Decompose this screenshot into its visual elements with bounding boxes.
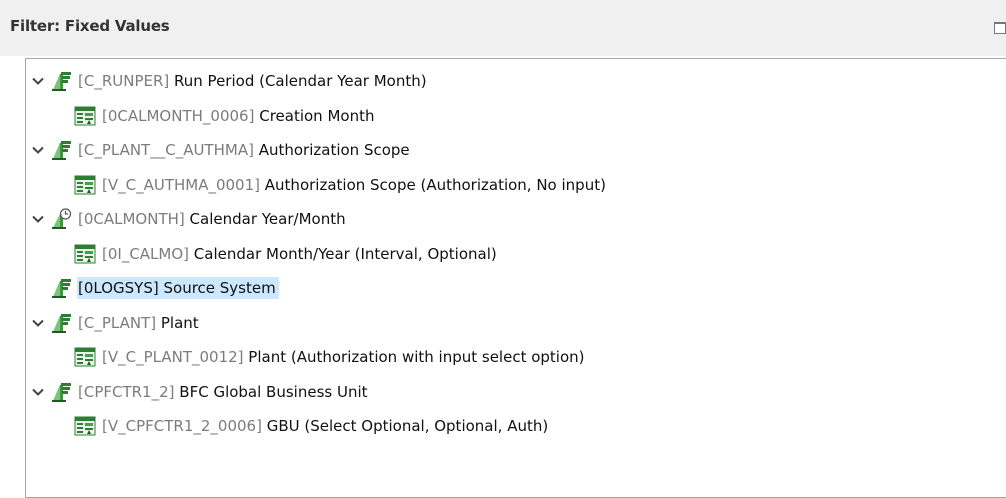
technical-name: [C_RUNPER]	[78, 72, 170, 90]
tree-item[interactable]: [CPFCTR1_2] BFC Global Business Unit	[30, 378, 368, 406]
chevron-down-icon[interactable]	[30, 315, 46, 331]
chevron-down-icon[interactable]	[30, 73, 46, 89]
description: GBU (Select Optional, Optional, Auth)	[266, 417, 549, 435]
maximize-icon[interactable]	[994, 22, 1006, 34]
tree-item-label: [CPFCTR1_2] BFC Global Business Unit	[78, 383, 368, 401]
technical-name: [V_C_AUTHMA_0001]	[102, 175, 260, 194]
tree-item-label: [C_PLANT__C_AUTHMA] Authorization Scope	[78, 141, 410, 159]
technical-name: [CPFCTR1_2]	[78, 382, 175, 401]
tree-item[interactable]: [0CALMONTH] Calendar Year/Month	[30, 205, 346, 233]
characteristic-icon	[50, 312, 72, 334]
tree-item-label: [0CALMONTH] Calendar Year/Month	[78, 210, 346, 228]
tree-item[interactable]: [0CALMONTH_0006] Creation Month	[74, 102, 374, 130]
characteristic-icon	[50, 70, 72, 92]
chevron-down-icon[interactable]	[30, 384, 46, 400]
variable-icon	[74, 105, 96, 127]
variable-icon	[74, 174, 96, 196]
characteristic-icon	[50, 381, 72, 403]
technical-name: [C_PLANT__C_AUTHMA]	[78, 141, 254, 159]
chevron-down-icon[interactable]	[30, 142, 46, 158]
technical-name: [0LOGSYS]	[78, 279, 159, 297]
filter-tree: [C_RUNPER] Run Period (Calendar Year Mon…	[25, 58, 1006, 498]
description: Calendar Month/Year (Interval, Optional)	[193, 244, 497, 263]
description: BFC Global Business Unit	[179, 382, 368, 401]
view-title: Filter: Fixed Values	[10, 17, 170, 35]
characteristic-icon	[50, 139, 72, 161]
variable-icon	[74, 346, 96, 368]
technical-name: [V_C_PLANT_0012]	[102, 348, 244, 366]
description: Authorization Scope	[258, 141, 410, 159]
description: Plant (Authorization with input select o…	[248, 348, 585, 366]
tree-item[interactable]: [C_PLANT__C_AUTHMA] Authorization Scope	[30, 136, 410, 164]
technical-name: [C_PLANT]	[78, 313, 157, 332]
chevron-down-icon	[30, 280, 46, 296]
tree-item[interactable]: [C_PLANT] Plant	[30, 309, 199, 337]
technical-name: [0I_CALMO]	[102, 244, 190, 263]
description: Source System	[163, 279, 276, 297]
tree-item-label: [V_C_AUTHMA_0001] Authorization Scope (A…	[102, 176, 606, 194]
tree-item[interactable]: [V_C_AUTHMA_0001] Authorization Scope (A…	[74, 171, 606, 199]
tree-item[interactable]: [V_CPFCTR1_2_0006] GBU (Select Optional,…	[74, 412, 548, 440]
description: Calendar Year/Month	[189, 210, 346, 228]
tree-item[interactable]: [C_RUNPER] Run Period (Calendar Year Mon…	[30, 67, 427, 95]
technical-name: [0CALMONTH_0006]	[102, 106, 255, 125]
tree-item-label: [0LOGSYS] Source System	[77, 277, 279, 299]
tree-item-label: [0I_CALMO] Calendar Month/Year (Interval…	[102, 245, 497, 263]
tree-item-label: [C_RUNPER] Run Period (Calendar Year Mon…	[78, 72, 427, 90]
chevron-down-icon[interactable]	[30, 211, 46, 227]
description: Plant	[160, 313, 199, 332]
tree-item-label: [V_C_PLANT_0012] Plant (Authorization wi…	[102, 348, 585, 366]
time-characteristic-icon	[50, 208, 72, 230]
tree-item[interactable]: [0I_CALMO] Calendar Month/Year (Interval…	[74, 240, 497, 268]
tree-item[interactable]: [0LOGSYS] Source System	[30, 274, 279, 302]
description: Run Period (Calendar Year Month)	[174, 72, 427, 90]
tree-item-label: [C_PLANT] Plant	[78, 314, 199, 332]
description: Creation Month	[259, 106, 375, 125]
description: Authorization Scope (Authorization, No i…	[264, 175, 606, 194]
view-header: Filter: Fixed Values	[0, 0, 1006, 56]
tree-item-label: [V_CPFCTR1_2_0006] GBU (Select Optional,…	[102, 417, 548, 435]
variable-icon	[74, 243, 96, 265]
technical-name: [V_CPFCTR1_2_0006]	[102, 417, 262, 435]
tree-item[interactable]: [V_C_PLANT_0012] Plant (Authorization wi…	[74, 343, 585, 371]
technical-name: [0CALMONTH]	[78, 210, 185, 228]
tree-item-label: [0CALMONTH_0006] Creation Month	[102, 107, 374, 125]
variable-icon	[74, 415, 96, 437]
characteristic-icon	[50, 277, 72, 299]
